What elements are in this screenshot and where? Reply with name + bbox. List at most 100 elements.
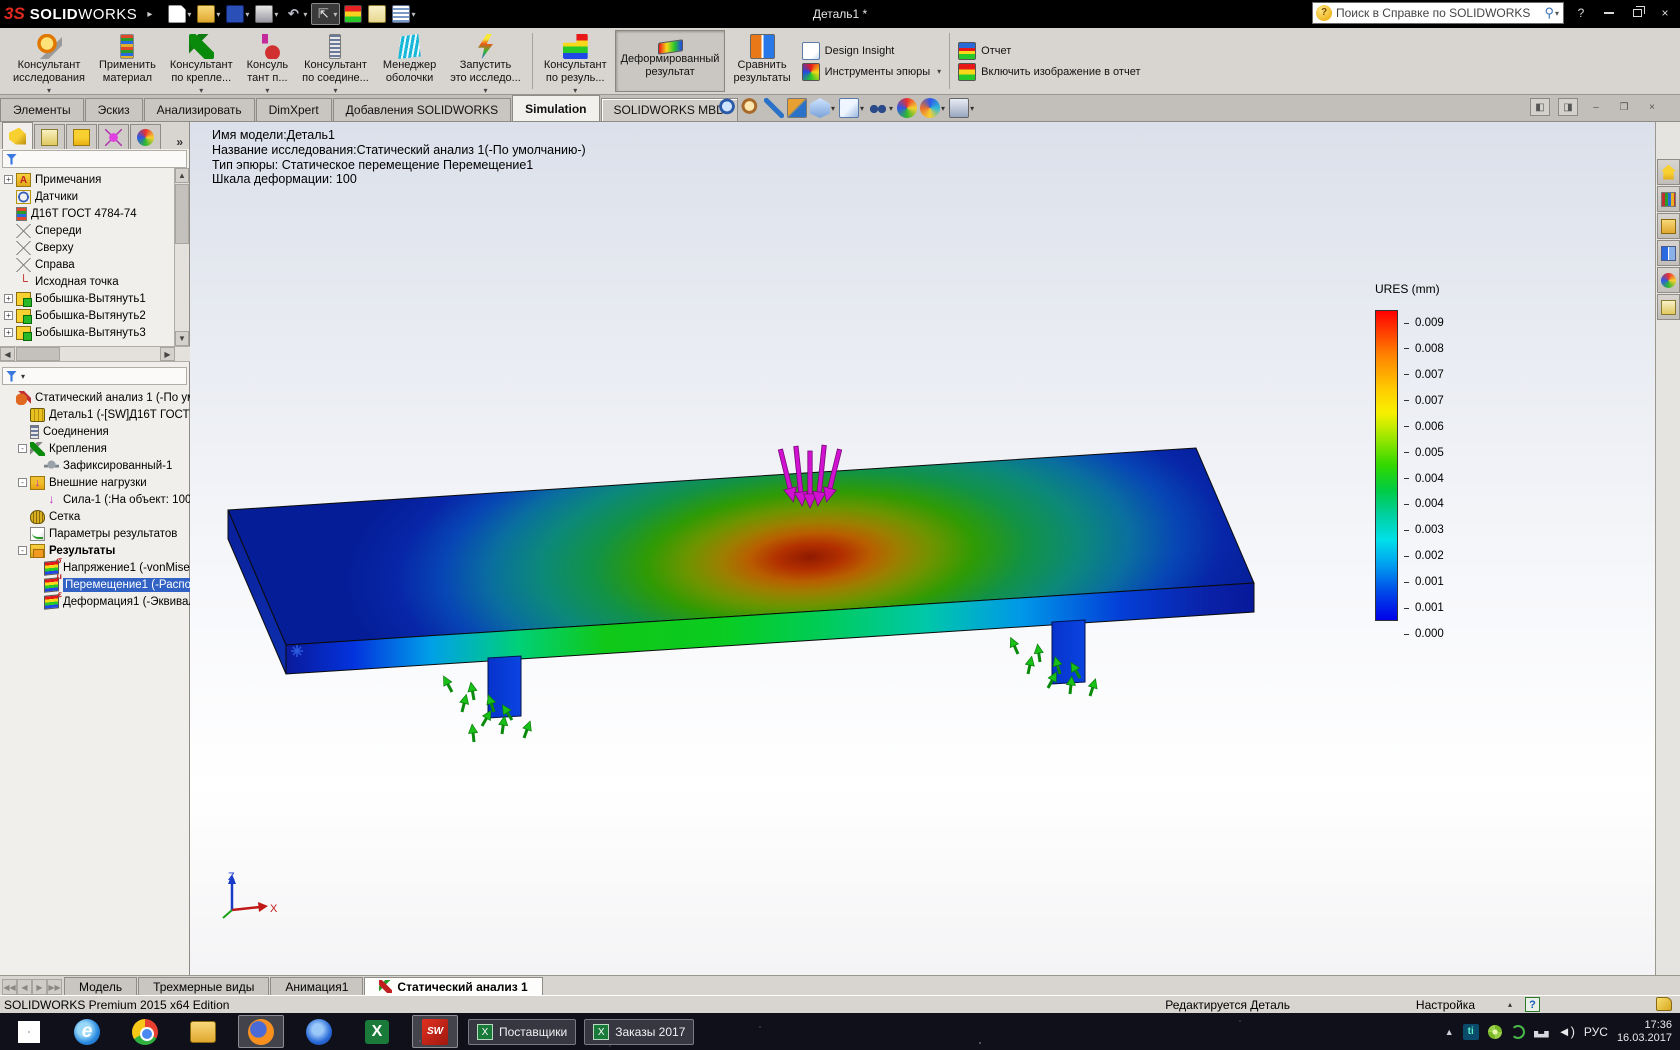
tree-item[interactable]: Напряжение1 (-vonMises- bbox=[0, 559, 199, 576]
ti-app-icon[interactable]: ti bbox=[1462, 1023, 1479, 1040]
dropdown-icon[interactable]: ▾ bbox=[216, 10, 220, 19]
search-icon[interactable]: ⚲ bbox=[1544, 5, 1554, 21]
tree-item[interactable]: + Бобышка-Вытянуть3 bbox=[0, 324, 189, 341]
compare-results-button[interactable]: Сравнить результаты bbox=[727, 30, 796, 92]
edit-appearance-button[interactable] bbox=[897, 98, 918, 118]
property-manager-tab-button[interactable] bbox=[34, 124, 65, 149]
tab-simulation[interactable]: Simulation bbox=[512, 95, 600, 121]
tree-item[interactable]: + Бобышка-Вытянуть1 bbox=[0, 290, 189, 307]
dropdown-icon[interactable]: ▾ bbox=[47, 86, 51, 95]
include-image-button[interactable]: Включить изображение в отчет bbox=[958, 62, 1141, 81]
language-indicator[interactable]: РУС bbox=[1584, 1025, 1608, 1039]
scroll-down-icon[interactable]: ▼ bbox=[175, 331, 189, 346]
minimize-button[interactable] bbox=[1598, 3, 1620, 23]
scroll-up-icon[interactable]: ▲ bbox=[175, 168, 189, 183]
custom-properties-button[interactable] bbox=[1657, 294, 1680, 320]
home-resources-button[interactable] bbox=[1657, 159, 1680, 185]
tree-expand-icon[interactable]: + bbox=[4, 175, 13, 184]
tree-item[interactable]: Справа bbox=[0, 256, 189, 273]
tree-expand-icon[interactable]: + bbox=[4, 328, 13, 337]
dropdown-icon[interactable]: ▾ bbox=[937, 67, 941, 76]
new-document-button[interactable]: ▾ bbox=[166, 4, 193, 24]
undo-button[interactable]: ↶ ▾ bbox=[282, 4, 309, 24]
sheet-nav-icon-0[interactable]: ◀◀ bbox=[2, 979, 17, 995]
display-manager-tab-button[interactable] bbox=[130, 124, 161, 149]
filter-dropdown-icon[interactable]: ▾ bbox=[21, 372, 25, 381]
zoom-to-area-button[interactable] bbox=[741, 98, 761, 118]
panel-overflow-icon[interactable]: » bbox=[176, 135, 189, 149]
dropdown-icon[interactable]: ▾ bbox=[484, 86, 488, 95]
tree-item[interactable]: Параметры результатов bbox=[0, 525, 189, 542]
status-caret-icon[interactable]: ▴ bbox=[1508, 1000, 1512, 1009]
tab-элементы[interactable]: Элементы bbox=[0, 98, 84, 121]
design-insight-button[interactable]: Design Insight bbox=[801, 41, 942, 60]
tree-expand-icon[interactable]: - bbox=[18, 478, 27, 487]
taskbar-document-button[interactable]: X Поставщики bbox=[468, 1018, 577, 1045]
bottom-tab-модель[interactable]: Модель bbox=[64, 977, 138, 995]
dropdown-icon[interactable]: ▾ bbox=[411, 10, 415, 19]
tray-expand-icon[interactable]: ▲ bbox=[1445, 1027, 1454, 1037]
thunderbird-taskbar-button[interactable] bbox=[296, 1015, 342, 1048]
volume-icon[interactable]: ◄) bbox=[1558, 1024, 1575, 1039]
pane-left-button[interactable]: ◧ bbox=[1530, 98, 1550, 116]
file-explorer-taskbar-button[interactable] bbox=[180, 1015, 226, 1048]
tree-item[interactable]: Сила-1 (:На объект: 100 kg bbox=[0, 491, 207, 508]
dropdown-icon[interactable]: ▾ bbox=[265, 86, 269, 95]
internet-explorer-taskbar-button[interactable] bbox=[64, 1015, 110, 1048]
scroll-left-icon[interactable]: ◀ bbox=[0, 347, 15, 361]
sheet-nav-icon-1[interactable]: ◀ bbox=[17, 979, 32, 995]
tray-sync-icon[interactable] bbox=[1510, 1024, 1525, 1039]
bottom-tab-анимация1[interactable]: Анимация1 bbox=[270, 977, 364, 995]
tree-item[interactable]: Деталь1 (-[SW]Д16Т ГОСТ 478 bbox=[0, 406, 212, 423]
bottom-tab-статический-анализ-1[interactable]: Статический анализ 1 bbox=[364, 977, 543, 995]
view-orientation-button[interactable]: ▾ bbox=[810, 98, 836, 118]
file-properties-button[interactable] bbox=[366, 4, 388, 24]
feature-tree-vscrollbar[interactable]: ▲ ▼ bbox=[174, 168, 189, 346]
plot-tools-button[interactable]: Инструменты эпюры ▾ bbox=[801, 62, 941, 81]
dimxpert-manager-tab-button[interactable] bbox=[98, 124, 129, 149]
options-button[interactable]: ▾ bbox=[390, 4, 417, 24]
tree-item[interactable]: Сетка bbox=[0, 508, 189, 525]
dropdown-icon[interactable]: ▾ bbox=[187, 10, 191, 19]
tree-expand-icon[interactable]: + bbox=[4, 294, 13, 303]
zoom-to-fit-button[interactable] bbox=[718, 98, 738, 118]
tray-flower-icon[interactable] bbox=[1487, 1024, 1502, 1039]
dropdown-icon[interactable]: ▾ bbox=[970, 104, 974, 113]
tree-item[interactable]: Исходная точка bbox=[0, 273, 189, 290]
apply-material-button[interactable]: Применить материал bbox=[93, 30, 162, 92]
excel-taskbar-button[interactable] bbox=[354, 1015, 400, 1048]
start-button-taskbar-button[interactable] bbox=[6, 1015, 52, 1048]
tree-expand-icon[interactable]: - bbox=[18, 546, 27, 555]
tree-item[interactable]: + Примечания bbox=[0, 171, 189, 188]
search-dropdown-icon[interactable]: ▾ bbox=[1554, 9, 1560, 18]
sheet-nav-icon-3[interactable]: ▶▶ bbox=[47, 979, 62, 995]
feature-tree-hscrollbar[interactable]: ◀ ▶ bbox=[0, 346, 190, 362]
run-study-button[interactable]: Запустить это исследо... ▾ bbox=[444, 30, 527, 95]
section-view-button[interactable] bbox=[787, 98, 807, 118]
print-button[interactable]: ▾ bbox=[253, 4, 280, 24]
dropdown-icon[interactable]: ▾ bbox=[274, 10, 278, 19]
restore-button[interactable] bbox=[1626, 3, 1648, 23]
view-settings-button[interactable]: ▾ bbox=[949, 98, 975, 118]
tree-expand-icon[interactable]: + bbox=[4, 311, 13, 320]
dropdown-icon[interactable]: ▾ bbox=[889, 104, 893, 113]
zoom-to-selection-button[interactable] bbox=[764, 98, 784, 118]
connections-advisor-button[interactable]: Консультант по соедине... ▾ bbox=[296, 30, 375, 95]
graphics-viewport[interactable]: Имя модели:Деталь1 Название исследования… bbox=[190, 122, 1655, 975]
appearances-button[interactable] bbox=[1657, 267, 1680, 293]
tree-item[interactable]: - Крепления bbox=[0, 440, 189, 457]
tree-item[interactable]: - Внешние нагрузки bbox=[0, 474, 189, 491]
help-button[interactable]: ? bbox=[1570, 3, 1592, 23]
tab-эскиз[interactable]: Эскиз bbox=[84, 98, 143, 121]
scroll-right-icon[interactable]: ▶ bbox=[160, 347, 175, 361]
dropdown-icon[interactable]: ▾ bbox=[941, 104, 945, 113]
close-button[interactable]: × bbox=[1654, 3, 1676, 23]
dropdown-icon[interactable]: ▾ bbox=[573, 86, 577, 95]
feature-manager-tab-button[interactable] bbox=[2, 122, 33, 149]
display-style-button[interactable]: ▾ bbox=[839, 98, 865, 118]
tree-item[interactable]: Деформация1 (-Эквивале bbox=[0, 593, 202, 610]
results-advisor-button[interactable]: Консультант по резуль... ▾ bbox=[538, 30, 613, 95]
study-tree-filter[interactable]: ▾ bbox=[2, 367, 187, 385]
chrome-taskbar-button[interactable] bbox=[122, 1015, 168, 1048]
dropdown-icon[interactable]: ▾ bbox=[303, 10, 307, 19]
